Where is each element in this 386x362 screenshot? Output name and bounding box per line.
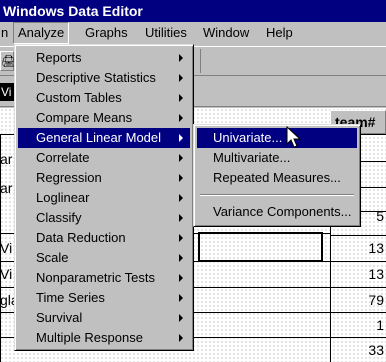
menu-item-compare-means[interactable]: Compare Means [18, 108, 190, 128]
selected-cell[interactable] [198, 232, 323, 262]
grid-cell-text[interactable]: Vi [0, 240, 12, 256]
grid-line [330, 235, 386, 236]
grid-cell-value[interactable]: 1 [332, 317, 384, 333]
submenu-arrow-icon [179, 234, 183, 242]
grid-cell-text[interactable]: ar [0, 151, 12, 167]
grid-line [330, 312, 386, 313]
submenu-arrow-icon [179, 154, 183, 162]
menu-window[interactable]: Window [199, 22, 253, 44]
grid-line [330, 287, 386, 288]
grid-line [330, 261, 386, 262]
menu-item-reports[interactable]: Reports [18, 48, 190, 68]
menu-item-classify[interactable]: Classify [18, 208, 190, 228]
menu-graphs[interactable]: Graphs [81, 22, 132, 44]
grid-cell-text[interactable]: ar [0, 180, 12, 196]
submenu-arrow-icon [179, 214, 183, 222]
grid-cell-value[interactable]: 13 [332, 240, 384, 256]
menu-item-correlate[interactable]: Correlate [18, 148, 190, 168]
menu-help[interactable]: Help [262, 22, 297, 44]
submenu-arrow-icon [179, 274, 183, 282]
menu-item-nonparametric-tests[interactable]: Nonparametric Tests [18, 268, 190, 288]
analyze-menu: Reports Descriptive Statistics Custom Ta… [14, 44, 194, 351]
submenu-arrow-icon [179, 134, 183, 142]
menu-item-custom-tables[interactable]: Custom Tables [18, 88, 190, 108]
submenu-arrow-icon [179, 314, 183, 322]
submenu-arrow-icon [179, 294, 183, 302]
grid-cell-value[interactable]: 79 [332, 292, 384, 308]
menu-item-descriptive-statistics[interactable]: Descriptive Statistics [18, 68, 190, 88]
menu-bar: n Analyze Graphs Utilities Window Help [0, 22, 386, 44]
menu-item-general-linear-model[interactable]: General Linear Model [18, 128, 190, 148]
submenu-item-repeated-measures[interactable]: Repeated Measures... [197, 168, 357, 188]
submenu-arrow-icon [179, 194, 183, 202]
general-linear-model-submenu: Univariate... Multivariate... Repeated M… [193, 124, 361, 227]
grid-cell-text[interactable]: Vi [0, 266, 12, 282]
submenu-item-variance-components[interactable]: Variance Components... [197, 202, 357, 222]
grid-cell-value[interactable]: 13 [332, 266, 384, 282]
menu-item-scale[interactable]: Scale [18, 248, 190, 268]
menu-utilities[interactable]: Utilities [141, 22, 191, 44]
submenu-arrow-icon [179, 114, 183, 122]
menu-item-data-reduction[interactable]: Data Reduction [18, 228, 190, 248]
window-title: Windows Data Editor [0, 0, 386, 22]
cell-reference[interactable]: Vi [0, 83, 14, 101]
submenu-arrow-icon [179, 254, 183, 262]
menu-separator [200, 194, 354, 196]
print-icon[interactable]: 🖨 [0, 51, 16, 71]
submenu-arrow-icon [179, 94, 183, 102]
mouse-pointer-icon [286, 126, 302, 148]
submenu-arrow-icon [179, 74, 183, 82]
submenu-arrow-icon [179, 54, 183, 62]
menu-item-multiple-response[interactable]: Multiple Response [18, 328, 190, 348]
menu-item-regression[interactable]: Regression [18, 168, 190, 188]
submenu-arrow-icon [179, 334, 183, 342]
menu-analyze[interactable]: Analyze [13, 22, 70, 44]
menu-item-partial[interactable]: n [0, 22, 12, 44]
submenu-arrow-icon [179, 174, 183, 182]
menu-item-survival[interactable]: Survival [18, 308, 190, 328]
toolbar-blank-area [200, 49, 386, 73]
grid-line [330, 337, 386, 338]
submenu-item-univariate[interactable]: Univariate... [197, 128, 357, 148]
menu-item-time-series[interactable]: Time Series [18, 288, 190, 308]
grid-cell-value[interactable]: 33 [332, 342, 384, 358]
submenu-item-multivariate[interactable]: Multivariate... [197, 148, 357, 168]
menu-item-loglinear[interactable]: Loglinear [18, 188, 190, 208]
